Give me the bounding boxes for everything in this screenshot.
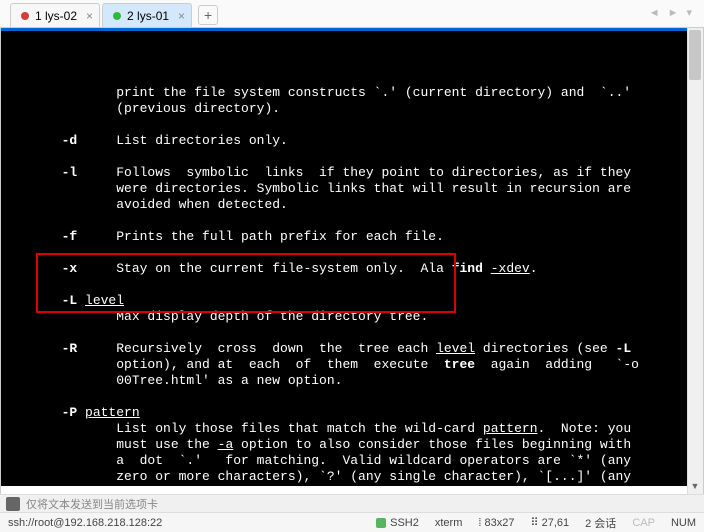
status-bar: ssh://root@192.168.218.128:22 SSH2 xterm… — [0, 512, 704, 532]
man-text: avoided when detected. — [7, 197, 288, 212]
man-text: option), and at each of them execute — [7, 357, 444, 372]
tab-bar: 1 lys-02 × 2 lys-01 × + ◄ ► ▾ — [0, 0, 704, 28]
man-text: Max display depth of the directory tree. — [7, 309, 428, 324]
man-text: single character listed between brackets… — [7, 485, 631, 486]
man-text: Prints the full path prefix for each fil… — [77, 229, 444, 244]
tab-prev-icon[interactable]: ◄ — [645, 5, 664, 21]
man-text: List only those files that match the wil… — [7, 421, 483, 436]
tab-lys-02[interactable]: 1 lys-02 × — [10, 3, 100, 27]
man-text: zero or more characters), `?' (any singl… — [7, 469, 631, 484]
man-bold: -L — [616, 341, 632, 356]
man-text: (previous directory). — [7, 101, 280, 116]
man-text: option to also consider those files begi… — [233, 437, 631, 452]
man-underline: pattern — [483, 421, 538, 436]
man-flag-f: -f — [7, 229, 77, 244]
man-text: Follows symbolic links if they point to … — [77, 165, 631, 180]
man-text: a dot `.' for matching. Valid wildcard o… — [7, 453, 631, 468]
man-text: 00Tree.html' as a new option. — [7, 373, 342, 388]
status-cap: CAP — [632, 517, 655, 529]
man-flag-L: -L — [7, 293, 77, 308]
man-flag-R: -R — [7, 341, 77, 356]
man-flag-P: -P — [7, 405, 77, 420]
status-num: NUM — [671, 517, 696, 529]
man-text: again adding `-o — [475, 357, 639, 372]
scroll-thumb[interactable] — [689, 30, 701, 80]
status-ssh: SSH2 — [376, 517, 419, 529]
tab-lys-01[interactable]: 2 lys-01 × — [102, 3, 192, 27]
man-text: Recursively cross down the tree each — [77, 341, 436, 356]
scrollbar[interactable]: ▼ — [687, 28, 703, 494]
man-underline: -a — [218, 437, 234, 452]
man-text: must use the — [7, 437, 218, 452]
man-bold: tree — [444, 357, 475, 372]
status-term: xterm — [435, 517, 463, 529]
man-flag-d: -d — [7, 133, 77, 148]
man-underline: -xdev — [491, 261, 530, 276]
man-arg-pattern: pattern — [85, 405, 140, 420]
close-icon[interactable]: × — [178, 9, 185, 23]
terminal-wrapper: print the file system constructs `.' (cu… — [0, 28, 704, 494]
status-dot-connected — [113, 12, 121, 20]
tab-list-icon[interactable]: ▾ — [682, 4, 696, 21]
status-size: ⁞ 83x27 — [478, 517, 514, 529]
send-icon[interactable] — [6, 497, 20, 511]
man-text: were directories. Symbolic links that wi… — [7, 181, 631, 196]
close-icon[interactable]: × — [86, 9, 93, 23]
status-connection: ssh://root@192.168.218.128:22 — [8, 517, 162, 529]
status-pos: ⠿ 27,61 — [530, 516, 569, 529]
tab-label: 1 lys-02 — [35, 9, 77, 23]
man-flag-x: -x — [7, 261, 77, 276]
man-text: List directories only. — [77, 133, 288, 148]
man-flag-l: -l — [7, 165, 77, 180]
send-bar-text: 仅将文本发送到当前选项卡 — [26, 496, 158, 512]
man-text: . Note: you — [538, 421, 632, 436]
scroll-down-icon[interactable]: ▼ — [687, 478, 703, 494]
lock-icon — [376, 518, 386, 528]
man-underline: level — [436, 341, 475, 356]
tab-next-icon[interactable]: ► — [664, 5, 683, 21]
tab-nav: ◄ ► ▾ — [645, 4, 696, 21]
man-text: directories (see — [475, 341, 615, 356]
man-arg-level: level — [85, 293, 124, 308]
man-text: Stay on the current file-system only. Al… — [77, 261, 451, 276]
tab-label: 2 lys-01 — [127, 9, 169, 23]
new-tab-button[interactable]: + — [198, 5, 218, 25]
man-bold: find — [452, 261, 483, 276]
terminal[interactable]: print the file system constructs `.' (cu… — [1, 31, 703, 486]
status-sessions: 2 会话 — [585, 515, 616, 531]
send-bar: 仅将文本发送到当前选项卡 — [0, 494, 704, 512]
man-text: print the file system constructs `.' (cu… — [7, 85, 631, 100]
status-dot-unsaved — [21, 12, 29, 20]
